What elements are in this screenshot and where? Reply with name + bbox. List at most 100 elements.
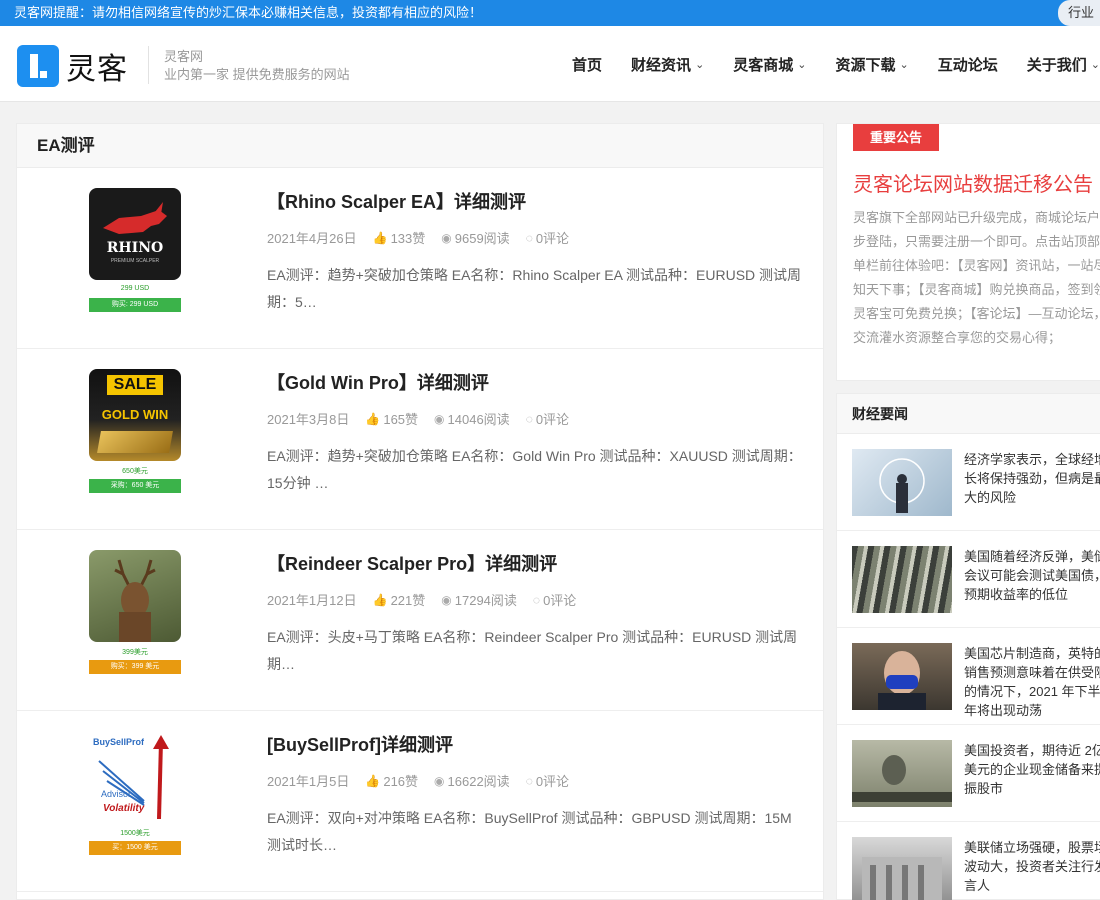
post-item: SALE GOLD WIN 650美元 采购：650 美元 【Gold Win … (17, 349, 823, 530)
news-headline: 经济学家表示，全球经增长将保持强劲，但病是最大的风险 (964, 452, 1100, 505)
news-item[interactable]: 美国投资者，期待近 2亿美元的企业现金储备来提振股市 (837, 725, 1100, 822)
post-comments[interactable]: 0评论 (543, 590, 576, 609)
post-comments[interactable]: 0评论 (536, 771, 569, 790)
eye-icon: ◉ (434, 411, 445, 426)
eye-icon: ◉ (441, 592, 452, 607)
chevron-down-icon: ⌄ (1090, 58, 1100, 71)
nav-item-downloads[interactable]: 资源下载 ⌄ (836, 54, 909, 75)
finance-news-widget: 财经要闻 经济学家表示，全球经增长将保持强劲，但病是最大的风险 美国随着经济反弹… (836, 393, 1100, 900)
news-item[interactable]: 美国芯片制造商，英特的销售预测意味着在供受限的情况下，2021 年下半年将出现动… (837, 628, 1100, 725)
post-views: 16622阅读 (447, 774, 510, 789)
post-comments[interactable]: 0评论 (536, 409, 569, 428)
announcement-body: 灵客旗下全部网站已升级完成，商城论坛户同步登陆，只需要注册一个即可。点击站顶部菜… (853, 210, 1100, 345)
site-name: 灵客网 (164, 49, 204, 64)
industry-button[interactable]: 行业 (1058, 0, 1100, 26)
thumbs-up-icon: 👍 (372, 592, 388, 607)
post-thumbnail[interactable]: BuySellProf Advisor Volatility 1500美元 买：… (77, 725, 207, 875)
nav-item-finance-news[interactable]: 财经资讯 ⌄ (631, 54, 704, 75)
site-logo[interactable]: 灵客 (17, 44, 128, 88)
main-nav: 首页 财经资讯 ⌄ 灵客商城 ⌄ 资源下载 ⌄ 互动论坛 关于我们 ⌄ (543, 26, 1100, 102)
thumb-price: 299 USD (120, 285, 150, 292)
post-views: 9659阅读 (454, 231, 510, 246)
product-image: RHINO PREMIUM SCALPER (89, 188, 181, 280)
post-likes[interactable]: 133赞 (391, 228, 426, 247)
eye-icon: ◉ (434, 773, 445, 788)
thumb-brand: RHINO (106, 240, 164, 256)
post-thumbnail[interactable]: RHINO PREMIUM SCALPER 299 USD 购买: 299 US… (77, 182, 207, 332)
news-item[interactable]: 经济学家表示，全球经增长将保持强劲，但病是最大的风险 (837, 434, 1100, 531)
news-thumbnail (852, 546, 952, 613)
logo-text: 灵客 (66, 52, 128, 87)
post-likes[interactable]: 165赞 (383, 409, 418, 428)
nav-item-mall[interactable]: 灵客商城 ⌄ (733, 54, 806, 75)
category-title: EA测评 (17, 124, 823, 168)
announcement-title-link[interactable]: 灵客论坛网站数据迁移公告 (853, 168, 1093, 197)
news-item[interactable]: 美联储立场强硬，股票场波动大，投资者关注行发言人 (837, 822, 1100, 900)
thumb-sale-label: SALE (107, 375, 163, 395)
product-image: SALE GOLD WIN (89, 369, 181, 461)
thumb-buy-badge: 买：1500 美元 (89, 841, 181, 855)
post-meta: 2021年4月26日 👍 133赞 ◉ 9659阅读 ◌ 0评论 (267, 228, 585, 247)
post-item: RHINO PREMIUM SCALPER 299 USD 购买: 299 US… (17, 168, 823, 349)
nav-item-forum[interactable]: 互动论坛 (938, 54, 998, 75)
post-meta: 2021年1月5日 👍 216赞 ◉ 16622阅读 ◌ 0评论 (267, 771, 585, 790)
product-image: BuySellProf Advisor Volatility (89, 731, 181, 823)
post-likes[interactable]: 221赞 (391, 590, 426, 609)
site-slogan: 业内第一家 提供免费服务的网站 (164, 67, 350, 82)
post-thumbnail[interactable]: 399美元 购买：399 美元 (77, 544, 207, 694)
post-views: 14046阅读 (447, 412, 510, 427)
eye-icon: ◉ (441, 230, 452, 245)
thumb-price: 399美元 (122, 649, 148, 656)
top-notice-text: 灵客网提醒：请勿相信网络宣传的炒汇保本必赚相关信息，投资都有相应的风险！ (14, 5, 483, 20)
post-excerpt: EA测评：头皮+马丁策略 EA名称：Reindeer Scalper Pro 测… (267, 629, 798, 672)
news-headline: 美联储立场强硬，股票场波动大，投资者关注行发言人 (964, 840, 1100, 893)
comment-icon: ◌ (525, 230, 533, 245)
news-thumbnail (852, 837, 952, 900)
thumb-price: 1500美元 (120, 830, 150, 837)
thumbs-up-icon: 👍 (365, 773, 381, 788)
site-description: 灵客网 业内第一家 提供免费服务的网站 (164, 48, 350, 84)
thumb-subtitle-2: Volatility (103, 803, 145, 814)
post-views: 17294阅读 (454, 593, 517, 608)
thumb-buy-badge: 购买: 299 USD (89, 298, 181, 312)
thumbs-up-icon: 👍 (365, 411, 381, 426)
post-date: 2021年1月5日 (267, 774, 350, 789)
post-title-link[interactable]: 【Reindeer Scalper Pro】详细测评 (267, 550, 557, 576)
chevron-down-icon: ⌄ (899, 58, 909, 71)
thumb-brand: BuySellProf (93, 737, 145, 747)
news-item[interactable]: 美国随着经济反弹，美储会议可能会测试美国债，预期收益率的低位 (837, 531, 1100, 628)
thumb-subtitle: PREMIUM SCALPER (110, 258, 160, 264)
logo-divider (148, 46, 149, 84)
post-excerpt: EA测评：趋势+突破加仓策略 EA名称：Gold Win Pro 测试品种：XA… (267, 448, 802, 491)
comment-icon: ◌ (525, 773, 533, 788)
comment-icon: ◌ (525, 411, 533, 426)
thumb-subtitle: Advisor (101, 789, 132, 799)
post-thumbnail[interactable]: SALE GOLD WIN 650美元 采购：650 美元 (77, 363, 207, 513)
post-date: 2021年4月26日 (267, 231, 357, 246)
nav-item-about[interactable]: 关于我们 ⌄ (1027, 54, 1100, 75)
nav-item-home[interactable]: 首页 (572, 54, 602, 75)
news-headline: 美国随着经济反弹，美储会议可能会测试美国债，预期收益率的低位 (964, 549, 1100, 602)
chevron-down-icon: ⌄ (695, 58, 705, 71)
announcement-tag: 重要公告 (853, 124, 939, 151)
thumb-price: 650美元 (122, 468, 148, 475)
post-comments[interactable]: 0评论 (536, 228, 569, 247)
gold-bars-image (97, 431, 173, 453)
post-list: EA测评 RHINO PREMIUM SCALPER 299 USD 购买: 2… (16, 123, 824, 900)
post-date: 2021年1月12日 (267, 593, 357, 608)
post-title-link[interactable]: 【Rhino Scalper EA】详细测评 (267, 188, 526, 214)
post-title-link[interactable]: [BuySellProf]详细测评 (267, 731, 453, 757)
post-meta: 2021年3月8日 👍 165赞 ◉ 14046阅读 ◌ 0评论 (267, 409, 585, 428)
top-notice-bar: 灵客网提醒：请勿相信网络宣传的炒汇保本必赚相关信息，投资都有相应的风险！ 行业 (0, 0, 1100, 26)
post-title-link[interactable]: 【Gold Win Pro】详细测评 (267, 369, 489, 395)
post-item: 399美元 购买：399 美元 【Reindeer Scalper Pro】详细… (17, 530, 823, 711)
thumbs-up-icon: 👍 (372, 230, 388, 245)
comment-icon: ◌ (532, 592, 541, 607)
post-likes[interactable]: 216赞 (383, 771, 418, 790)
announcement-widget: 重要公告 灵客论坛网站数据迁移公告 灵客旗下全部网站已升级完成，商城论坛户同步登… (836, 123, 1100, 381)
post-excerpt: EA测评：趋势+突破加仓策略 EA名称：Rhino Scalper EA 测试品… (267, 267, 802, 310)
news-headline: 美国投资者，期待近 2亿美元的企业现金储备来提振股市 (964, 743, 1100, 796)
thumb-buy-badge: 购买：399 美元 (89, 660, 181, 674)
thumb-buy-badge: 采购：650 美元 (89, 479, 181, 493)
site-header: 灵客 灵客网 业内第一家 提供免费服务的网站 首页 财经资讯 ⌄ 灵客商城 ⌄ 资源… (0, 26, 1100, 102)
